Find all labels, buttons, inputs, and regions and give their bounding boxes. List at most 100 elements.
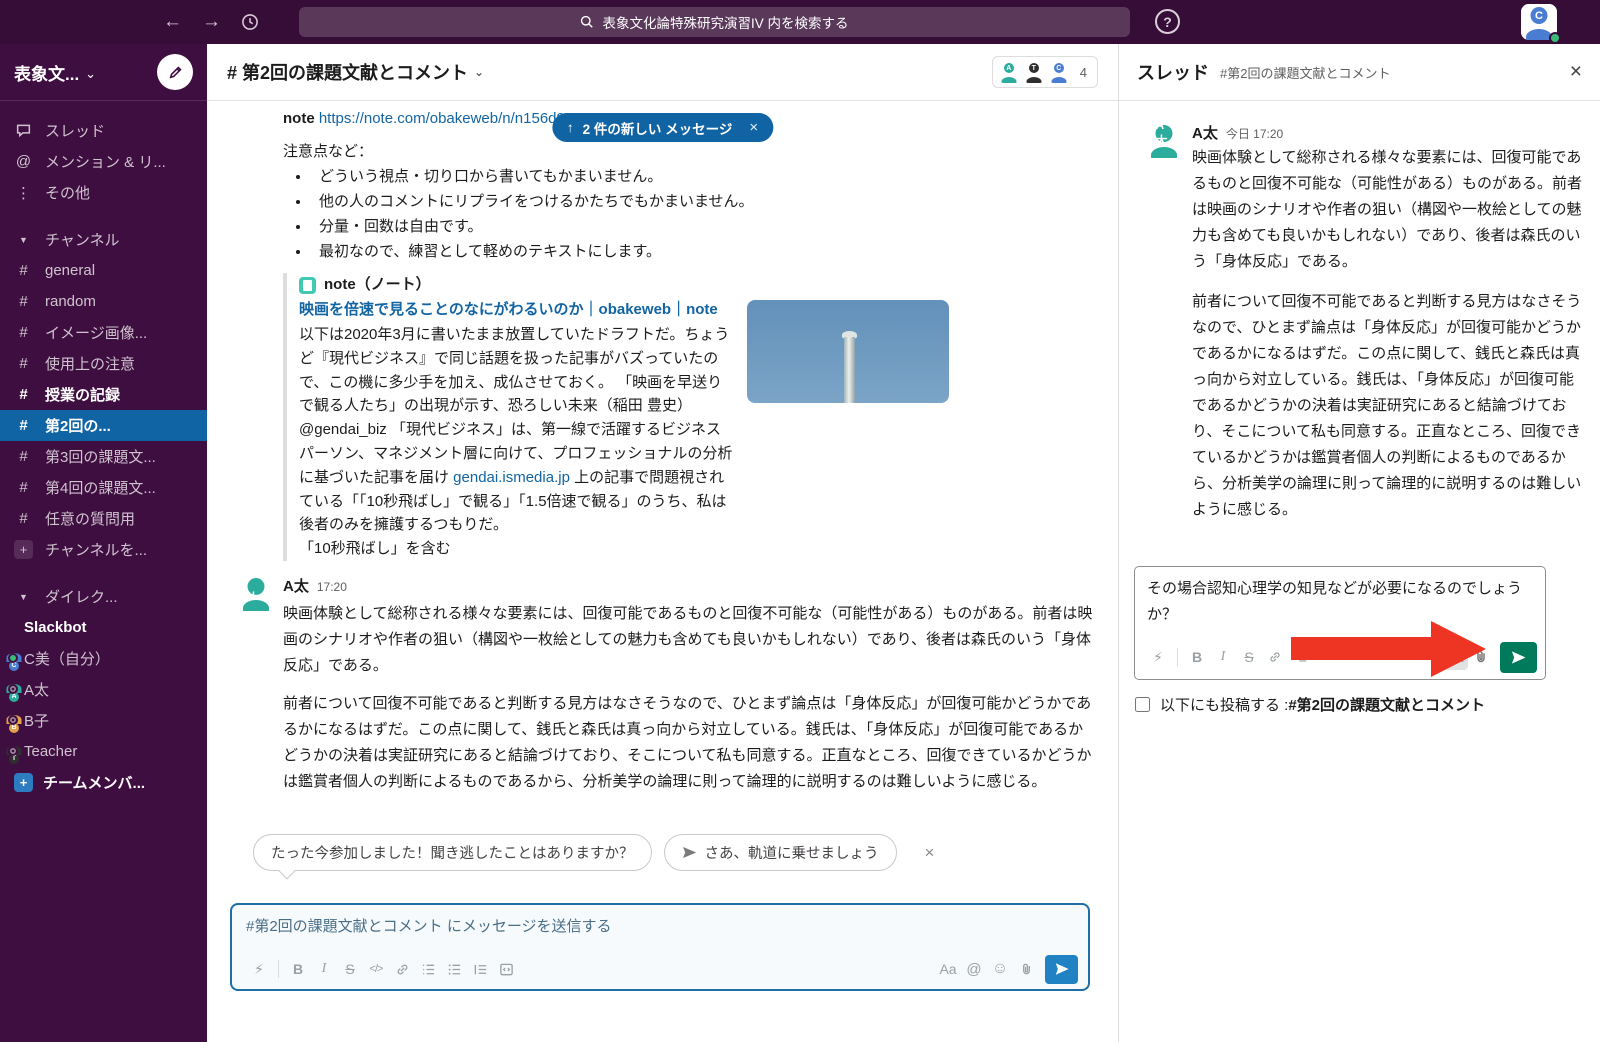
gendai-link[interactable]: gendai.ismedia.jp [453, 469, 570, 486]
dm-section-header[interactable]: ▼ ダイレク... [0, 581, 207, 612]
hash-icon: # [14, 479, 33, 496]
italic-button[interactable]: I [1210, 644, 1236, 670]
forward-icon[interactable]: → [202, 11, 221, 33]
back-icon[interactable]: ← [163, 11, 182, 33]
avatar[interactable]: A太 [1146, 122, 1182, 158]
member-avatar: A [998, 61, 1020, 83]
suggestion-pill-2[interactable]: さあ、軌道に乗せましょう [664, 834, 897, 871]
link-button[interactable] [389, 956, 415, 982]
send-button[interactable] [1045, 955, 1078, 984]
sidebar-item-mentions[interactable]: @ メンション & リ... [0, 146, 207, 177]
workspace-name: 表象文... [14, 60, 79, 85]
hash-icon: # [14, 448, 33, 465]
close-icon[interactable]: × [749, 119, 758, 136]
sidebar-item-more[interactable]: ⋮ その他 [0, 177, 207, 208]
code-block-button[interactable] [493, 956, 519, 982]
link-preview-image[interactable] [747, 300, 949, 403]
dm-label: C美（自分） [24, 648, 110, 669]
workspace-header[interactable]: 表象文... ⌄ [0, 44, 207, 101]
also-send-row: 以下にも投稿する :#第2回の課題文献とコメント [1135, 694, 1485, 715]
sidebar-channel-session2-selected[interactable]: # 第2回の... [0, 410, 207, 441]
strikethrough-button[interactable]: S [337, 956, 363, 982]
dm-label: A太 [24, 679, 49, 700]
close-icon[interactable]: × [925, 843, 935, 863]
member-list-button[interactable]: A T C 4 [992, 56, 1098, 88]
chevron-down-icon: ⌄ [85, 66, 96, 82]
close-icon[interactable]: × [1570, 60, 1582, 84]
mention-button[interactable]: @ [961, 956, 987, 982]
strikethrough-button[interactable]: S [1236, 644, 1262, 670]
code-button[interactable]: </> [363, 956, 389, 982]
attach-paperclip-button[interactable] [1013, 956, 1039, 982]
new-messages-text: 2 件の新しい メッセージ [583, 118, 733, 138]
bulleted-list-button[interactable] [441, 956, 467, 982]
shortcuts-bolt-icon[interactable]: ⚡ [1145, 644, 1171, 670]
sidebar-channel-questions[interactable]: # 任意の質問用 [0, 503, 207, 534]
annotation-arrow-head [1431, 621, 1486, 677]
also-send-text: 以下にも投稿する :#第2回の課題文献とコメント [1160, 694, 1485, 715]
sidebar: 表象文... ⌄ スレッド @ メンション & リ... ⋮ その他 ▼ チャン… [0, 44, 207, 1042]
bold-button[interactable]: B [285, 956, 311, 982]
channel-label: 第3回の課題文... [45, 446, 156, 467]
message-body: A太 17:20 映画体験として総称される様々な要素には、回復可能であるものと回… [283, 575, 1096, 807]
also-send-checkbox[interactable] [1135, 697, 1150, 712]
hash-icon: # [14, 262, 33, 279]
sidebar-item-threads[interactable]: スレッド [0, 115, 207, 146]
message-paragraph: 前者について回復不可能であると判断する見方はなさそうなので、ひとまず論点は「身体… [1192, 289, 1582, 523]
sidebar-channel-class-records[interactable]: # 授業の記録 [0, 379, 207, 410]
desc-text: 以下は2020年3月に書いたまま放置していたドラフトだ。ちょうど『現代ビジネス』… [299, 326, 732, 486]
channel-title[interactable]: # 第2回の課題文献とコメント ⌄ [227, 59, 484, 85]
sidebar-add-channel[interactable]: + チャンネルを... [0, 534, 207, 565]
link-preview-content: note（ノート） 映画を倍速で見ることのなにがわるいのか｜obakeweb｜n… [283, 273, 735, 561]
search-input[interactable]: 表象文化論特殊研究演習IV 内を検索する [299, 7, 1130, 37]
sidebar-dm-slackbot[interactable]: Slackbot [0, 612, 207, 643]
shortcuts-bolt-icon[interactable]: ⚡ [246, 956, 272, 982]
blockquote-button[interactable] [467, 956, 493, 982]
channel-label: チャンネルを... [45, 539, 147, 560]
sidebar-dm-teacher[interactable]: T Teacher [0, 736, 207, 767]
reply-send-button[interactable] [1500, 642, 1537, 673]
hash-icon: # [14, 510, 33, 527]
message-header: A太 今日 17:20 [1192, 122, 1582, 143]
bold-button[interactable]: B [1184, 644, 1210, 670]
help-button[interactable]: ? [1155, 9, 1180, 34]
message-timestamp[interactable]: 今日 17:20 [1226, 125, 1283, 142]
threads-icon [14, 122, 33, 139]
sidebar-channel-session3[interactable]: # 第3回の課題文... [0, 441, 207, 472]
text-format-button[interactable]: Aa [935, 956, 961, 982]
suggestion-pill-1[interactable]: たった今参加しました！聞き逃したことはありますか？ [253, 834, 652, 871]
sidebar-dm-a-ta[interactable]: A A太 [0, 674, 207, 705]
emoji-button[interactable]: ☺ [987, 956, 1013, 982]
also-send-label: 以下にも投稿する : [1160, 697, 1288, 714]
thread-message-body: A太 今日 17:20 映画体験として総称される様々な要素には、回復可能であるも… [1192, 122, 1582, 537]
link-button[interactable] [1262, 644, 1288, 670]
message-author[interactable]: A太 [283, 575, 309, 599]
bullet-item: 分量・回数は自由です。 [311, 215, 1096, 239]
sidebar-dm-b-ko[interactable]: B B子 [0, 705, 207, 736]
channel-label: イメージ画像... [45, 322, 147, 343]
sidebar-dm-self[interactable]: C C美（自分） [0, 643, 207, 674]
site-row: note（ノート） [299, 273, 735, 297]
plus-icon: + [14, 540, 33, 559]
ordered-list-button[interactable] [415, 956, 441, 982]
question-icon: ? [1163, 14, 1172, 30]
thread-channel-name[interactable]: #第2回の課題文献とコメント [1220, 63, 1559, 82]
message-author[interactable]: A太 [1192, 122, 1218, 143]
sidebar-channel-general[interactable]: # general [0, 255, 207, 286]
sidebar-channel-session4[interactable]: # 第4回の課題文... [0, 472, 207, 503]
sidebar-channel-random[interactable]: # random [0, 286, 207, 317]
sidebar-add-teammates[interactable]: + チームメンバ... [0, 767, 207, 798]
link-title[interactable]: 映画を倍速で見ることのなにがわるいのか｜obakeweb｜note [299, 298, 735, 322]
user-avatar[interactable]: C [1521, 4, 1557, 40]
compose-button[interactable] [157, 54, 193, 90]
italic-button[interactable]: I [311, 956, 337, 982]
history-clock-icon[interactable] [241, 13, 259, 31]
sidebar-channel-usage-notes[interactable]: # 使用上の注意 [0, 348, 207, 379]
channels-section-header[interactable]: ▼ チャンネル [0, 224, 207, 255]
avatar[interactable]: A太 [238, 575, 274, 611]
new-messages-pill[interactable]: ↑ 2 件の新しい メッセージ × [552, 113, 773, 142]
sidebar-channel-images[interactable]: # イメージ画像... [0, 317, 207, 348]
message-timestamp[interactable]: 17:20 [317, 575, 347, 599]
message-composer[interactable]: #第2回の課題文献とコメント にメッセージを送信する ⚡ B I S </> [230, 903, 1090, 991]
member-avatar: C [1048, 61, 1070, 83]
